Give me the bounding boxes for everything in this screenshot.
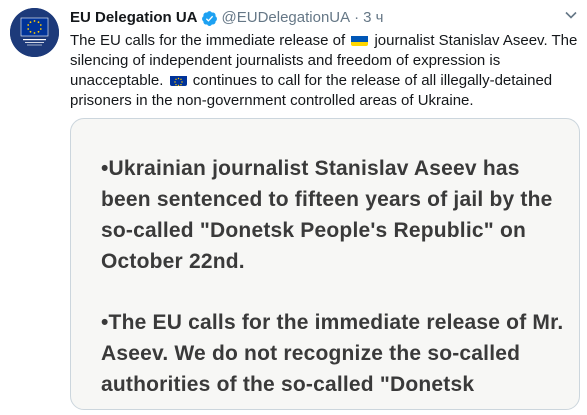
verified-badge-icon	[201, 10, 218, 27]
tweet-text: The EU calls for the immediate release o…	[70, 31, 580, 111]
eu-flag-icon	[169, 74, 187, 86]
author-handle[interactable]: @EUDelegationUA	[222, 8, 351, 28]
separator-dot: ·	[354, 9, 360, 26]
media-paragraph-1: •Ukrainian journalist Stanislav Aseev ha…	[101, 157, 553, 273]
media-paragraph-2: •The EU calls for the immediate release …	[101, 311, 564, 396]
ukraine-flag-icon	[351, 34, 369, 46]
author-name[interactable]: EU Delegation UA	[70, 8, 198, 28]
tweet-content: EU Delegation UA @EUDelegationUA · 3 ч T…	[70, 8, 580, 111]
media-text: •Ukrainian journalist Stanislav Aseev ha…	[101, 153, 571, 409]
tweet-header: EU Delegation UA @EUDelegationUA · 3 ч	[70, 8, 580, 28]
chevron-down-icon[interactable]	[564, 8, 578, 25]
tweet-time[interactable]: 3 ч	[363, 8, 383, 28]
tweet[interactable]: EU Delegation UA @EUDelegationUA · 3 ч T…	[0, 0, 587, 415]
avatar[interactable]	[10, 8, 59, 57]
eu-delegation-logo-icon	[10, 8, 59, 57]
tweet-media-image[interactable]: •Ukrainian journalist Stanislav Aseev ha…	[70, 118, 580, 410]
tweet-text-part1: The EU calls for the immediate release o…	[70, 32, 350, 49]
